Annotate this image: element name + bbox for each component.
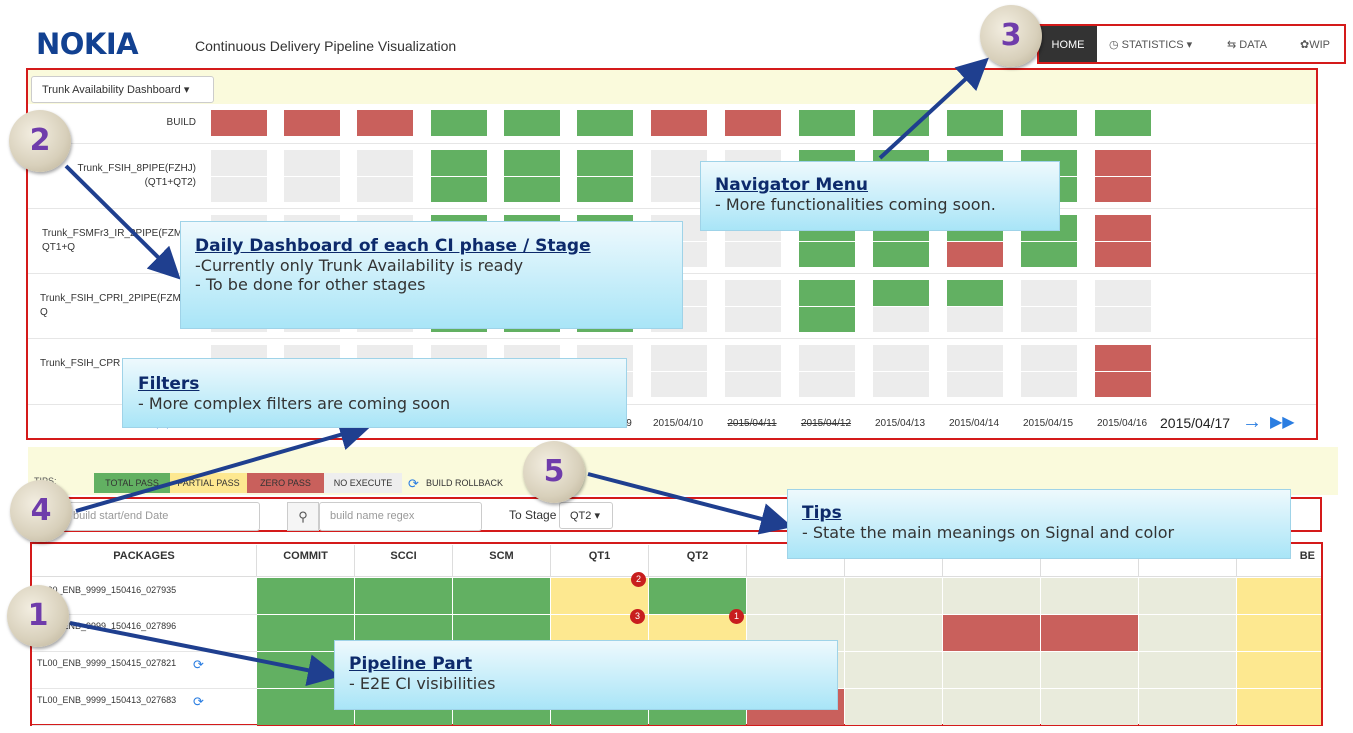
marker-4: 4	[10, 480, 72, 542]
callout-dashboard: Daily Dashboard of each CI phase / Stage…	[180, 221, 683, 329]
callout-tips: Tips - State the main meanings on Signal…	[787, 489, 1291, 559]
callout-line: - More complex filters are coming soon	[138, 394, 451, 413]
marker-3: 3	[980, 5, 1042, 67]
arrow-to-navigator	[878, 57, 989, 160]
callout-line: - To be done for other stages	[195, 275, 426, 294]
arrow-to-dashboard	[64, 164, 181, 280]
callout-title: Tips	[802, 503, 842, 523]
callout-title: Daily Dashboard of each CI phase / Stage	[195, 236, 591, 256]
arrow-to-pipeline	[69, 621, 340, 687]
callout-filters: Filters - More complex filters are comin…	[122, 358, 627, 428]
arrow-to-filters	[75, 419, 372, 513]
callout-line: - More functionalities coming soon.	[715, 195, 996, 214]
callout-line: - E2E CI visibilities	[349, 674, 496, 693]
marker-1: 1	[7, 585, 69, 647]
callout-title: Filters	[138, 374, 200, 394]
callout-line: - State the main meanings on Signal and …	[802, 523, 1175, 542]
callout-navigator: Navigator Menu - More functionalities co…	[700, 161, 1060, 231]
callout-title: Pipeline Part	[349, 654, 473, 674]
callout-pipeline: Pipeline Part - E2E CI visibilities	[334, 640, 838, 710]
arrow-to-tips	[587, 472, 793, 535]
marker-5: 5	[523, 441, 585, 503]
callout-line: -Currently only Trunk Availability is re…	[195, 256, 524, 275]
marker-2: 2	[9, 110, 71, 172]
callout-title: Navigator Menu	[715, 175, 869, 195]
